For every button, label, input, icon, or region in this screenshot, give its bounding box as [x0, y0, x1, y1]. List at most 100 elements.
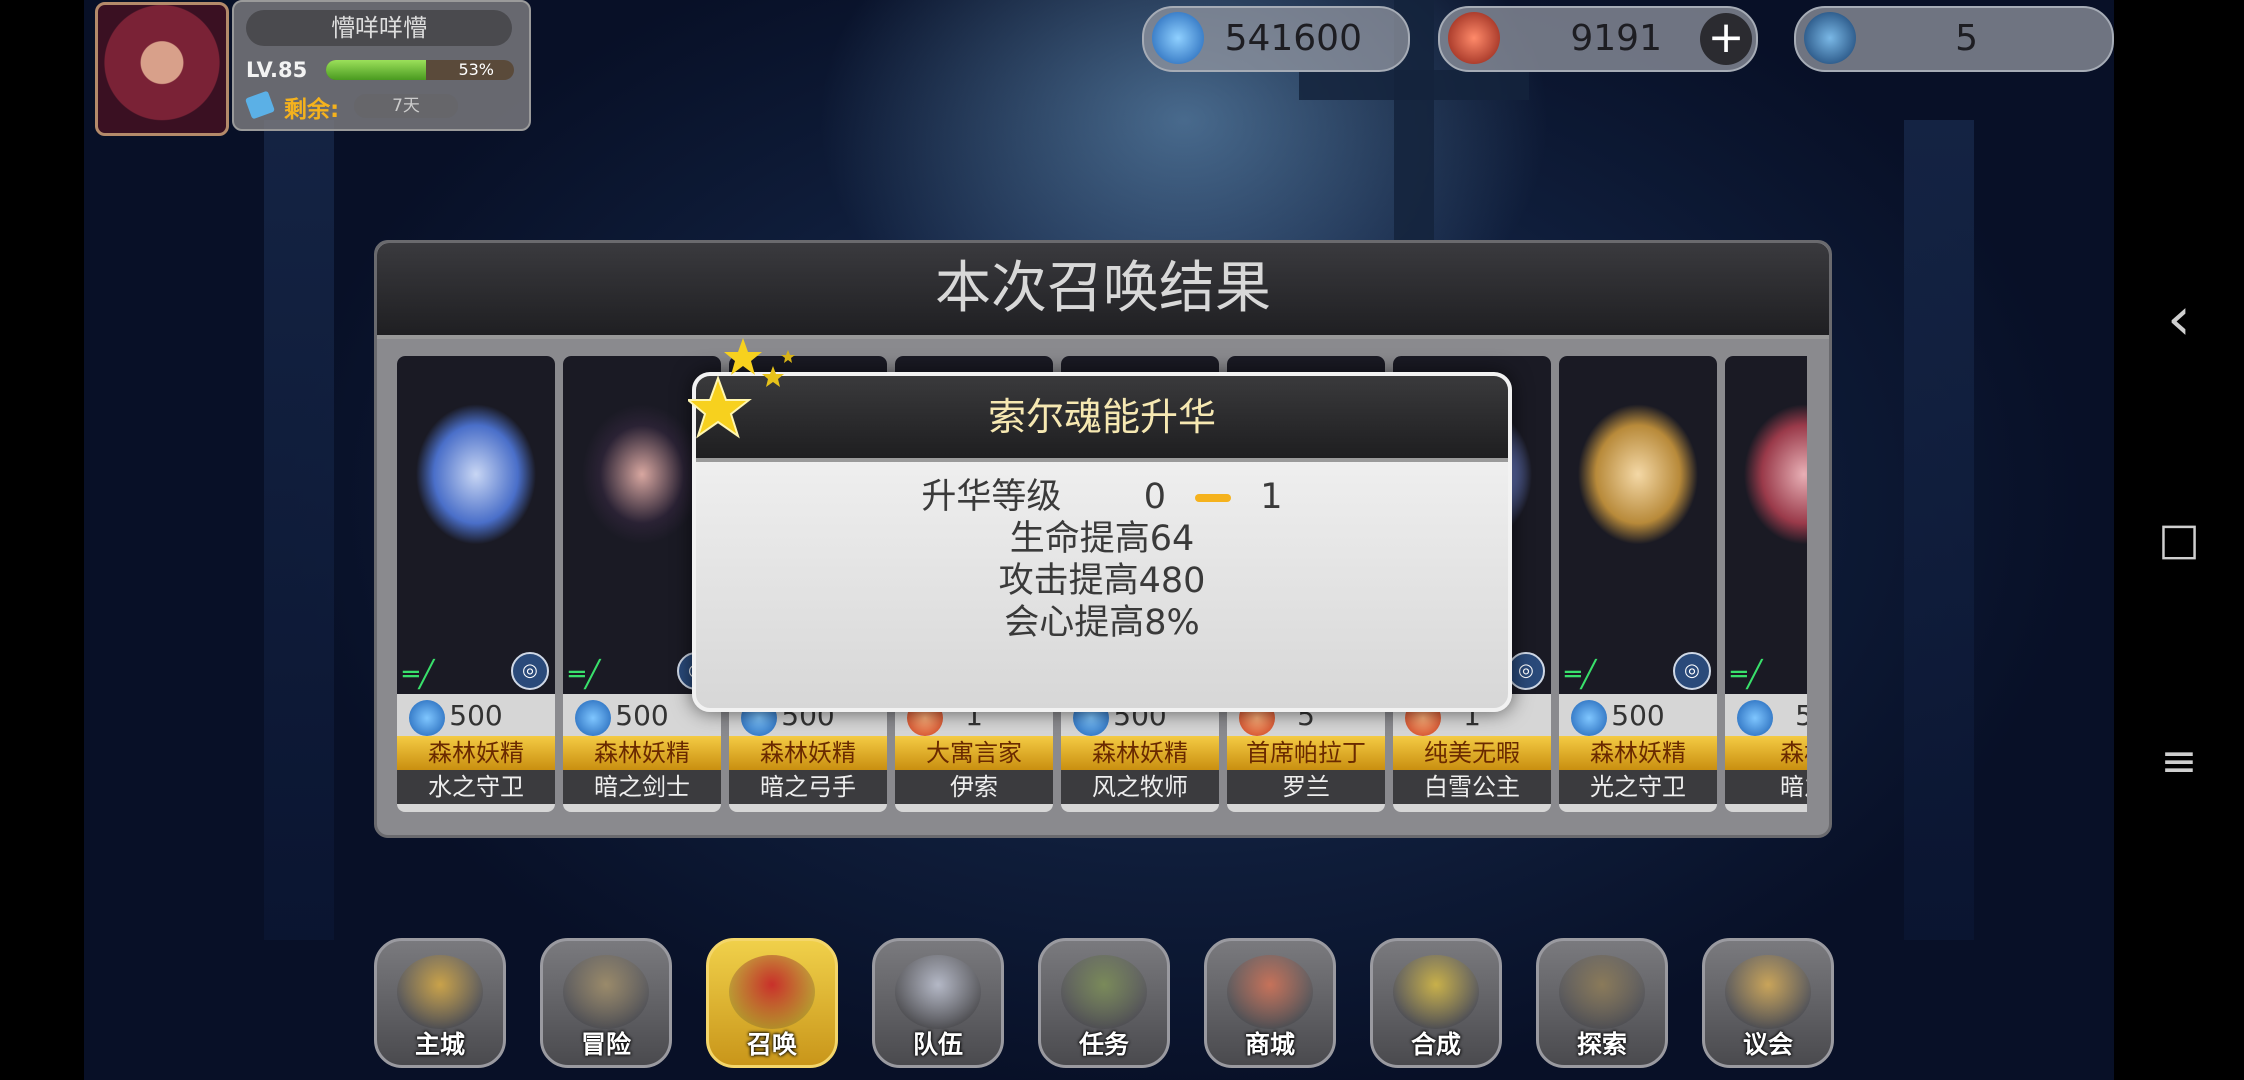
currency-value: 5: [1955, 18, 1978, 59]
card-faction: 森林妖精: [729, 736, 887, 770]
card-faction: 森林妖精: [397, 736, 555, 770]
nav-label: 召唤: [746, 1030, 797, 1059]
currency-value: 9191: [1570, 18, 1662, 59]
element-icon: ◎: [1507, 652, 1545, 690]
level-arrow-icon: [1195, 494, 1232, 502]
ascension-level-from: 0: [1143, 477, 1166, 517]
nav-council-crest[interactable]: 议会: [1702, 938, 1834, 1068]
nav-crossed-swords[interactable]: 冒险: [540, 938, 672, 1068]
card-faction: 森林妖精: [1559, 736, 1717, 770]
currency-value: 541600: [1224, 18, 1362, 59]
nav-potion-flask[interactable]: 合成: [1370, 938, 1502, 1068]
system-navigation-bar: ‹ □ ≡: [2114, 0, 2244, 1080]
card-name: 伊索: [895, 770, 1053, 804]
nav-label: 任务: [1078, 1030, 1129, 1059]
remain-days: 7天: [354, 94, 458, 118]
nav-label: 探索: [1576, 1030, 1627, 1059]
card-faction: 纯美无暇: [1393, 736, 1551, 770]
soul-ascension-dialog[interactable]: 索尔魂能升华 升华等级 0 1 生命提高64 攻击提高480 会心提高8%: [692, 372, 1512, 712]
ascension-level-to: 1: [1260, 477, 1283, 517]
back-button[interactable]: ‹: [2114, 284, 2244, 354]
card-name: 光之守卫: [1559, 770, 1717, 804]
ascension-level-label: 升华等级: [921, 477, 1062, 517]
crossed-swords-icon: [563, 955, 649, 1029]
nav-summon-card[interactable]: 召唤: [706, 938, 838, 1068]
crown-castle-icon: [397, 955, 483, 1029]
currency-dark-crystal[interactable]: 5: [1794, 6, 2114, 72]
summon-card[interactable]: ═╱◎5森林暗之: [1725, 356, 1807, 812]
winged-shield-icon: [895, 955, 981, 1029]
summon-card-icon: [729, 955, 815, 1029]
potion-flask-icon: [1393, 955, 1479, 1029]
blue-flame-icon: [1737, 700, 1773, 736]
summon-card[interactable]: ═╱ ◎ 500 森林妖精 水之守卫: [397, 356, 555, 812]
explore-tools-icon: [1559, 955, 1645, 1029]
blue-flame-icon: [575, 700, 611, 736]
nav-winged-shield[interactable]: 队伍: [872, 938, 1004, 1068]
nav-crown-castle[interactable]: 主城: [374, 938, 506, 1068]
rank-chevron-icon: ═╱: [569, 660, 601, 690]
currency-blue-flame[interactable]: 541600: [1142, 6, 1410, 72]
stat-line-crit: 会心提高8%: [1004, 603, 1200, 643]
summon-result-title: 本次召唤结果: [935, 256, 1271, 321]
player-name: 懵咩咩懵: [246, 10, 512, 46]
character-portrait: [397, 356, 555, 694]
home-button[interactable]: □: [2114, 514, 2244, 565]
player-avatar[interactable]: [95, 2, 229, 136]
mushroom-shop-icon: [1227, 955, 1313, 1029]
card-name: 暗之: [1725, 770, 1807, 804]
ascension-level-row: 升华等级 0 1: [696, 476, 1508, 518]
nav-quest-book[interactable]: 任务: [1038, 938, 1170, 1068]
element-icon: ◎: [511, 652, 549, 690]
card-name: 风之牧师: [1061, 770, 1219, 804]
xp-percent: 53%: [458, 60, 494, 79]
nav-mushroom-shop[interactable]: 商城: [1204, 938, 1336, 1068]
summon-result-header: 本次召唤结果: [377, 243, 1829, 339]
rank-chevron-icon: ═╱: [1565, 660, 1597, 690]
nav-label: 冒险: [580, 1030, 631, 1059]
nav-label: 议会: [1742, 1030, 1793, 1059]
player-level: LV.85: [246, 58, 308, 82]
character-portrait: [1559, 356, 1717, 694]
player-info-panel[interactable]: 懵咩咩懵 LV.85 53% 剩余: 7天: [232, 0, 531, 131]
card-faction: 首席帕拉丁: [1227, 736, 1385, 770]
dialog-body: 升华等级 0 1 生命提高64 攻击提高480 会心提高8%: [696, 476, 1508, 644]
dialog-title: 索尔魂能升华: [987, 395, 1216, 439]
background-pillar: [1904, 120, 1974, 940]
nav-label: 商城: [1244, 1030, 1295, 1059]
quest-book-icon: [1061, 955, 1147, 1029]
blue-flame-icon: [409, 700, 445, 736]
summon-card[interactable]: ═╱ ◎ 500 森林妖精 光之守卫: [1559, 356, 1717, 812]
card-faction: 森林: [1725, 736, 1807, 770]
nav-explore-tools[interactable]: 探索: [1536, 938, 1668, 1068]
ticket-icon: [244, 90, 276, 120]
element-icon: ◎: [1673, 652, 1711, 690]
card-name: 暗之剑士: [563, 770, 721, 804]
character-portrait: [1725, 356, 1807, 694]
blue-flame-icon: [1571, 700, 1607, 736]
remain-label: 剩余:: [284, 97, 340, 123]
card-faction: 森林妖精: [1061, 736, 1219, 770]
dark-crystal-icon: [1804, 12, 1856, 64]
council-crest-icon: [1725, 955, 1811, 1029]
star-burst-icon: [688, 338, 795, 439]
card-faction: 大寓言家: [895, 736, 1053, 770]
rank-chevron-icon: ═╱: [403, 660, 435, 690]
stat-line-hp: 生命提高64: [1009, 519, 1195, 559]
stat-line-attack: 攻击提高480: [998, 561, 1206, 601]
xp-bar: 53%: [326, 60, 514, 80]
card-name: 暗之弓手: [729, 770, 887, 804]
card-name: 罗兰: [1227, 770, 1385, 804]
recent-apps-button[interactable]: ≡: [2114, 736, 2244, 787]
dialog-header: 索尔魂能升华: [696, 376, 1508, 462]
card-name: 白雪公主: [1393, 770, 1551, 804]
card-name: 水之守卫: [397, 770, 555, 804]
background-cross-bar: [1299, 70, 1529, 100]
currency-red-crystal[interactable]: 9191 +: [1438, 6, 1758, 72]
nav-label: 主城: [414, 1030, 465, 1059]
blue-flame-icon: [1152, 12, 1204, 64]
nav-label: 队伍: [912, 1030, 963, 1059]
background-pillar: [264, 120, 334, 940]
add-currency-button[interactable]: +: [1700, 13, 1752, 65]
nav-label: 合成: [1410, 1030, 1461, 1059]
